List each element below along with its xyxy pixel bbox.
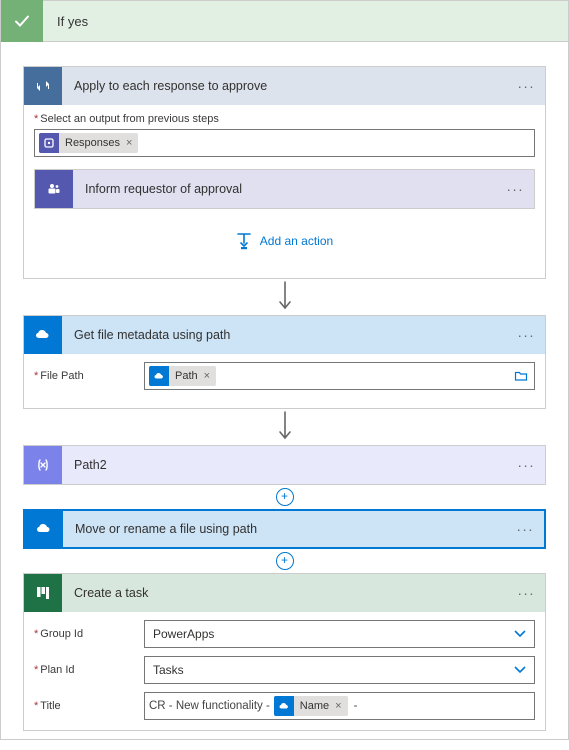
title-input[interactable]: CR - New functionality - Name × -: [144, 692, 535, 720]
inform-requestor-card: Inform requestor of approval ···: [34, 169, 535, 209]
move-file-card: Move or rename a file using path ···: [23, 509, 546, 549]
loop-icon: [24, 67, 62, 105]
insert-step-button[interactable]: +: [276, 488, 294, 506]
add-action-zone: Add an action: [34, 209, 535, 268]
variable-icon: [24, 446, 62, 484]
chevron-down-icon: [514, 630, 526, 638]
onedrive-icon: [25, 511, 63, 547]
more-menu[interactable]: ···: [517, 78, 535, 94]
inform-requestor-header[interactable]: Inform requestor of approval ···: [35, 170, 534, 208]
token-remove[interactable]: ×: [204, 370, 216, 382]
output-input[interactable]: Responses ×: [34, 129, 535, 157]
responses-token[interactable]: Responses ×: [39, 133, 138, 153]
apply-to-each-title: Apply to each response to approve: [62, 79, 517, 93]
add-action-button[interactable]: Add an action: [236, 231, 333, 251]
onedrive-icon-sm: [274, 696, 294, 716]
more-menu[interactable]: ···: [517, 457, 535, 473]
get-file-header[interactable]: Get file metadata using path ···: [24, 316, 545, 354]
get-file-title: Get file metadata using path: [62, 328, 517, 342]
title-label: Title: [34, 700, 144, 712]
plan-id-select[interactable]: Tasks: [144, 656, 535, 684]
get-file-card: Get file metadata using path ··· File Pa…: [23, 315, 546, 409]
plan-id-label: Plan Id: [34, 664, 144, 676]
flow-body: Apply to each response to approve ··· Se…: [0, 42, 569, 740]
teams-icon: [35, 170, 73, 208]
insert-step-button[interactable]: +: [276, 552, 294, 570]
planner-icon: [24, 574, 62, 612]
path-token[interactable]: Path ×: [149, 366, 216, 386]
connector-plus: +: [23, 549, 546, 573]
onedrive-icon-sm: [149, 366, 169, 386]
token-remove[interactable]: ×: [126, 137, 138, 149]
path2-title: Path2: [62, 458, 517, 472]
more-menu[interactable]: ···: [516, 521, 534, 537]
condition-branch-header[interactable]: If yes: [0, 0, 569, 42]
apply-to-each-card: Apply to each response to approve ··· Se…: [23, 66, 546, 279]
chevron-down-icon: [514, 666, 526, 674]
check-icon: [1, 0, 43, 42]
file-path-input[interactable]: Path ×: [144, 362, 535, 390]
forms-icon: [39, 133, 59, 153]
path2-card: Path2 ···: [23, 445, 546, 485]
create-task-card: Create a task ··· Group Id PowerApps Pla…: [23, 573, 546, 731]
group-id-label: Group Id: [34, 628, 144, 640]
name-token[interactable]: Name ×: [274, 696, 348, 716]
onedrive-icon: [24, 316, 62, 354]
group-id-select[interactable]: PowerApps: [144, 620, 535, 648]
output-label: Select an output from previous steps: [34, 113, 535, 125]
more-menu[interactable]: ···: [517, 327, 535, 343]
move-file-title: Move or rename a file using path: [63, 522, 516, 536]
more-menu[interactable]: ···: [506, 181, 524, 197]
connector-plus: +: [23, 485, 546, 509]
connector-arrow: [23, 409, 546, 445]
token-remove[interactable]: ×: [335, 700, 347, 712]
folder-picker-icon[interactable]: [514, 370, 528, 382]
apply-to-each-header[interactable]: Apply to each response to approve ···: [24, 67, 545, 105]
condition-label: If yes: [43, 14, 88, 29]
create-task-title: Create a task: [62, 586, 517, 600]
move-file-header[interactable]: Move or rename a file using path ···: [25, 511, 544, 547]
file-path-label: File Path: [34, 370, 144, 382]
inform-requestor-title: Inform requestor of approval: [73, 182, 506, 196]
create-task-header[interactable]: Create a task ···: [24, 574, 545, 612]
path2-header[interactable]: Path2 ···: [24, 446, 545, 484]
add-action-icon: [236, 231, 252, 251]
more-menu[interactable]: ···: [517, 585, 535, 601]
connector-arrow: [23, 279, 546, 315]
